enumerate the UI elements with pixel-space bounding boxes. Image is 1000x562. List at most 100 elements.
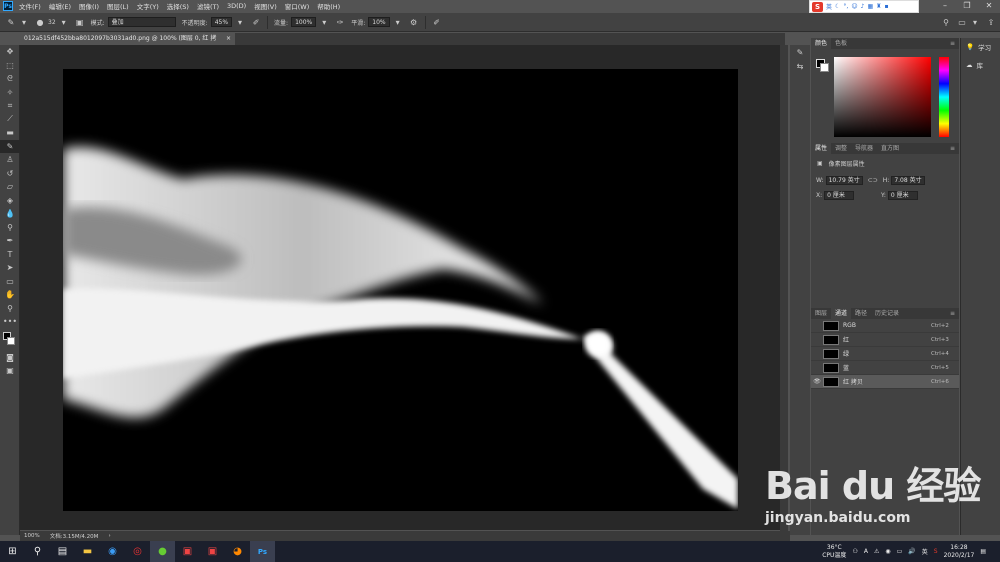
brush-tool-icon[interactable]: ✎ <box>6 17 16 27</box>
library-panel-button[interactable]: ☁ 库 <box>961 56 1000 74</box>
menu-select[interactable]: 选择(S) <box>167 1 189 11</box>
menu-layer[interactable]: 图层(L) <box>107 1 129 11</box>
blur-tool-icon[interactable]: 💧 <box>0 207 20 221</box>
zoom-tool-icon[interactable]: ⚲ <box>0 302 20 316</box>
photoshop-taskbar-icon[interactable]: Ps <box>250 541 275 562</box>
eyedropper-tool-icon[interactable]: ⟋ <box>0 113 20 127</box>
menu-image[interactable]: 图像(I) <box>79 1 99 11</box>
menu-view[interactable]: 视图(V) <box>254 1 277 11</box>
volume-icon[interactable]: 🔊 <box>908 548 915 555</box>
emoji-icon[interactable]: ☺ <box>851 3 857 10</box>
path-selection-tool-icon[interactable]: ➤ <box>0 261 20 275</box>
grid-icon[interactable]: ▪ <box>885 3 889 10</box>
menu-window[interactable]: 窗口(W) <box>285 1 310 11</box>
panel-menu-icon[interactable]: ≡ <box>946 143 959 154</box>
tab-adjustments[interactable]: 调整 <box>831 143 851 154</box>
chevron-down-icon[interactable]: ▾ <box>235 17 245 27</box>
channel-row-red-copy[interactable]: 👁 红 拷贝 Ctrl+6 <box>811 375 959 389</box>
tab-paths[interactable]: 路径 <box>851 308 871 319</box>
width-field[interactable]: 10.79 英寸 <box>825 176 863 185</box>
lasso-tool-icon[interactable]: ᘓ <box>0 72 20 86</box>
menu-file[interactable]: 文件(F) <box>19 1 41 11</box>
tab-history[interactable]: 历史记录 <box>871 308 903 319</box>
tab-layers[interactable]: 图层 <box>811 308 831 319</box>
close-tab-icon[interactable]: × <box>226 33 231 45</box>
more-tools-icon[interactable]: ••• <box>0 315 20 329</box>
crop-tool-icon[interactable]: ⌗ <box>0 99 20 113</box>
pressure-size-icon[interactable]: ✐ <box>432 17 442 27</box>
chevron-down-icon[interactable]: ▾ <box>393 17 403 27</box>
warning-icon[interactable]: ⚠ <box>874 548 879 555</box>
green-app-icon[interactable]: ● <box>150 541 175 562</box>
workspace-icon[interactable]: ▭ <box>957 17 967 27</box>
chevron-down-icon[interactable]: ▾ <box>319 17 329 27</box>
tab-histogram[interactable]: 直方图 <box>877 143 903 154</box>
moon-icon[interactable]: ☾ <box>835 3 840 10</box>
channel-row-red[interactable]: 红 Ctrl+3 <box>811 333 959 347</box>
tab-color[interactable]: 颜色 <box>811 38 832 49</box>
paint-bucket-tool-icon[interactable]: ◈ <box>0 194 20 208</box>
flow-field[interactable]: 100% <box>291 17 317 27</box>
gear-icon[interactable]: ⚙ <box>409 17 419 27</box>
notification-icon[interactable]: ▤ <box>980 548 986 555</box>
chevron-down-icon[interactable]: ▾ <box>19 17 29 27</box>
red-app-2-icon[interactable]: ▣ <box>200 541 225 562</box>
tab-properties[interactable]: 属性 <box>811 143 832 154</box>
brush-preset-picker[interactable]: ● 32 ▾ <box>35 17 69 27</box>
color-saturation-field[interactable] <box>834 57 931 137</box>
type-tool-icon[interactable]: T <box>0 248 20 262</box>
music-app-icon[interactable]: ◎ <box>125 541 150 562</box>
font-icon[interactable]: A <box>864 548 868 555</box>
menu-3d[interactable]: 3D(D) <box>227 2 246 10</box>
browser-icon[interactable]: ◉ <box>100 541 125 562</box>
shirt-icon[interactable]: ♜ <box>876 3 881 10</box>
clock[interactable]: 16:28 2020/2/17 <box>944 544 975 560</box>
y-field[interactable]: 0 厘米 <box>887 191 918 200</box>
punct-icon[interactable]: °, <box>843 3 848 10</box>
network-icon[interactable]: ◉ <box>885 548 890 555</box>
menu-filter[interactable]: 滤镜(T) <box>197 1 219 11</box>
channel-row-blue[interactable]: 蓝 Ctrl+5 <box>811 361 959 375</box>
close-icon[interactable]: ✕ <box>978 0 1000 12</box>
search-icon[interactable]: ⚲ <box>941 17 951 27</box>
document-canvas-image[interactable] <box>63 69 738 511</box>
ime-lang-label[interactable]: 英 <box>826 2 832 11</box>
learn-panel-button[interactable]: 💡 学习 <box>961 38 1000 56</box>
doc-size[interactable]: 文档:3.15M/4.20M <box>50 532 99 540</box>
link-icon[interactable]: ⊂⊃ <box>868 177 878 184</box>
opacity-field[interactable]: 45% <box>210 17 233 27</box>
eye-icon[interactable]: 👁 <box>811 378 823 385</box>
brush-settings-icon[interactable]: ▣ <box>75 17 85 27</box>
person-icon[interactable]: ⚇ <box>852 548 857 555</box>
keyboard-icon[interactable]: ▦ <box>867 3 873 10</box>
move-tool-icon[interactable]: ✥ <box>0 45 20 59</box>
mic-icon[interactable]: ♪ <box>861 3 865 10</box>
marquee-tool-icon[interactable]: ⬚ <box>0 59 20 73</box>
channel-row-rgb[interactable]: RGB Ctrl+2 <box>811 319 959 333</box>
panel-menu-icon[interactable]: ≡ <box>946 308 959 319</box>
height-field[interactable]: 7.08 英寸 <box>891 176 925 185</box>
share-icon[interactable]: ⇪ <box>986 17 996 27</box>
file-explorer-icon[interactable]: ▬ <box>75 541 100 562</box>
tab-navigator[interactable]: 导航器 <box>851 143 877 154</box>
smooth-field[interactable]: 10% <box>368 17 390 27</box>
red-app-icon[interactable]: ▣ <box>175 541 200 562</box>
tab-channels[interactable]: 通道 <box>831 308 852 319</box>
screen-mode-icon[interactable]: ▣ <box>0 364 20 378</box>
sogou-tray-icon[interactable]: S <box>934 548 938 555</box>
eraser-tool-icon[interactable]: ▱ <box>0 180 20 194</box>
minimize-icon[interactable]: – <box>934 0 956 12</box>
tab-swatches[interactable]: 色板 <box>831 38 851 49</box>
hand-tool-icon[interactable]: ✋ <box>0 288 20 302</box>
background-swatch[interactable] <box>7 336 15 345</box>
magic-wand-tool-icon[interactable]: ✧ <box>0 86 20 100</box>
adjust-panel-icon[interactable]: ⇆ <box>790 59 810 73</box>
background-color-swatch[interactable] <box>820 63 829 72</box>
brush-tool-icon[interactable]: ✎ <box>0 139 20 153</box>
task-view-icon[interactable]: ▤ <box>50 541 75 562</box>
zoom-level[interactable]: 100% <box>24 533 40 539</box>
chevron-down-icon[interactable]: ▾ <box>970 17 980 27</box>
display-icon[interactable]: ▭ <box>897 548 903 555</box>
rectangle-tool-icon[interactable]: ▭ <box>0 275 20 289</box>
airbrush-icon[interactable]: ✑ <box>335 17 345 27</box>
